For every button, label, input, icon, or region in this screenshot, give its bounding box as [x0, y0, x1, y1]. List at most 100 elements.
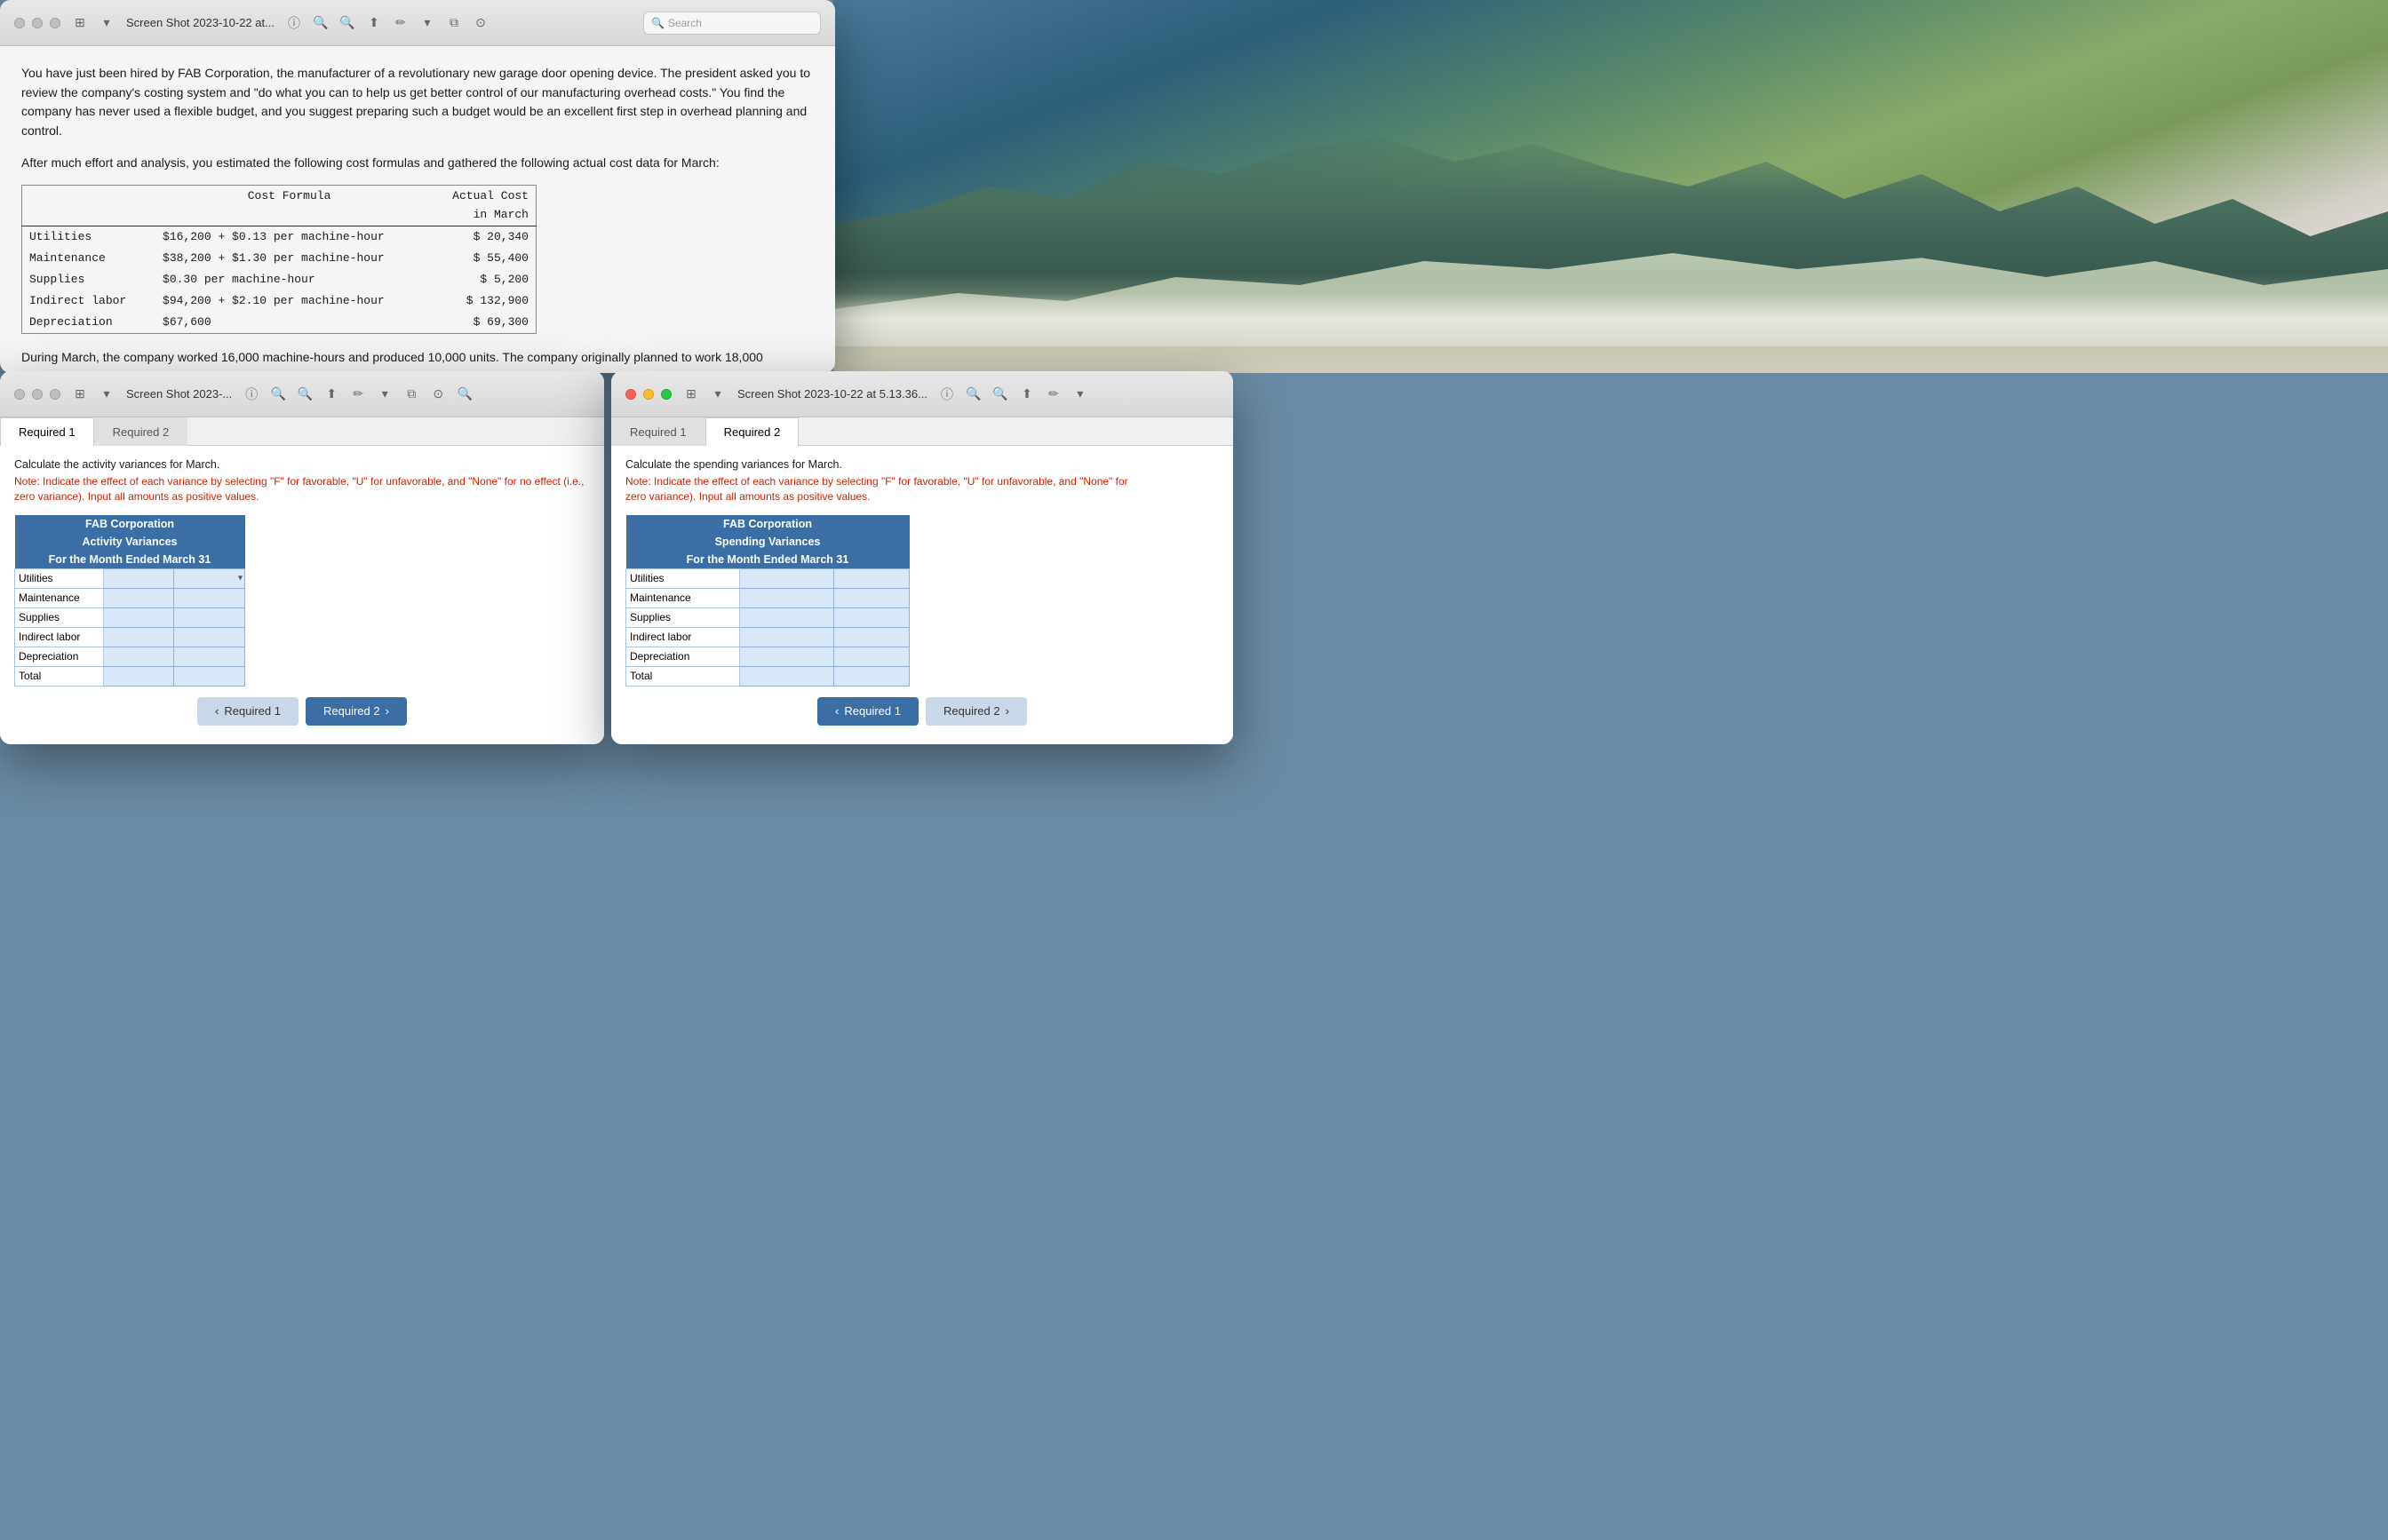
- spending-maintenance-amount[interactable]: [739, 588, 833, 607]
- chevron-down-icon[interactable]: ▾: [98, 14, 115, 32]
- activity-chevron-down-icon[interactable]: ▾: [376, 385, 394, 403]
- spending-prev-button[interactable]: ‹ Required 1: [817, 697, 919, 726]
- spending-supplies-amount[interactable]: [739, 607, 833, 627]
- spending-prev-arrow-icon: ‹: [835, 704, 839, 718]
- activity-maximize[interactable]: [50, 389, 60, 400]
- edit-icon[interactable]: ✏: [392, 14, 410, 32]
- spending-maintenance-effect[interactable]: [833, 588, 909, 607]
- spending-depreciation-effect[interactable]: [833, 647, 909, 666]
- spending-zoom-in-icon[interactable]: 🔍: [991, 385, 1009, 403]
- spending-next-arrow-icon: ›: [1006, 704, 1009, 718]
- row-utilities-formula: $16,200 + $0.13 per machine-hour: [155, 226, 423, 248]
- spending-zoom-out-icon[interactable]: 🔍: [965, 385, 983, 403]
- activity-sidebar-icon[interactable]: ⊞: [71, 385, 89, 403]
- titlebar-controls: ⊞ ▾: [71, 14, 115, 32]
- spending-traffic-lights: [625, 389, 672, 400]
- row-maintenance-actual: $ 55,400: [423, 248, 536, 269]
- sidebar-icon[interactable]: ⊞: [71, 14, 89, 32]
- activity-search-icon[interactable]: 🔍: [456, 385, 474, 403]
- activity-zoom-in-icon[interactable]: 🔍: [296, 385, 314, 403]
- main-window: ⊞ ▾ Screen Shot 2023-10-22 at... ⓘ 🔍 🔍 ⬆…: [0, 0, 835, 373]
- chevron-down-icon-2[interactable]: ▾: [418, 14, 436, 32]
- activity-zoom-out-icon[interactable]: 🔍: [269, 385, 287, 403]
- table-row: Depreciation: [15, 647, 245, 666]
- activity-window-icon[interactable]: ⧉: [402, 385, 420, 403]
- intro-paragraph: You have just been hired by FAB Corporat…: [21, 64, 814, 141]
- utilities-amount-input[interactable]: [103, 568, 174, 588]
- zoom-in-icon[interactable]: 🔍: [338, 14, 356, 32]
- table-header: Cost Formula Actual Cost in March: [22, 186, 537, 226]
- table-row: Utilities ▾: [15, 568, 245, 588]
- maximize-button[interactable]: [50, 18, 60, 28]
- close-button[interactable]: [14, 18, 25, 28]
- spending-minimize[interactable]: [643, 389, 654, 400]
- spending-window-title: Screen Shot 2023-10-22 at 5.13.36...: [737, 387, 927, 401]
- activity-chevron-icon[interactable]: ▾: [98, 385, 115, 403]
- maintenance-effect-input[interactable]: [174, 588, 245, 607]
- spending-indirect-effect[interactable]: [833, 627, 909, 647]
- depreciation-amount-input[interactable]: [103, 647, 174, 666]
- depreciation-effect-input[interactable]: [174, 647, 245, 666]
- table-row: Indirect labor: [15, 627, 245, 647]
- spending-tab-required2[interactable]: Required 2: [705, 417, 800, 446]
- spending-share-icon[interactable]: ⬆: [1018, 385, 1036, 403]
- spending-total-effect[interactable]: [833, 666, 909, 686]
- table-company-row: FAB Corporation: [626, 515, 910, 533]
- minimize-button[interactable]: [32, 18, 43, 28]
- row-supplies: Supplies: [15, 607, 104, 627]
- prev-button-label: Required 1: [224, 704, 281, 718]
- table-row: Indirect labor: [626, 627, 910, 647]
- share-icon[interactable]: ⬆: [365, 14, 383, 32]
- spending-total-amount[interactable]: [739, 666, 833, 686]
- total-amount-input[interactable]: [103, 666, 174, 686]
- total-effect-input[interactable]: [174, 666, 245, 686]
- tab-required1[interactable]: Required 1: [0, 417, 94, 446]
- table-title-row: Activity Variances: [15, 533, 245, 551]
- airplay-icon[interactable]: ⊙: [472, 14, 490, 32]
- activity-airplay-icon[interactable]: ⊙: [429, 385, 447, 403]
- spending-note-text2: zero variance). Input all amounts as pos…: [625, 490, 870, 503]
- spending-maximize[interactable]: [661, 389, 672, 400]
- info-icon[interactable]: ⓘ: [285, 14, 303, 32]
- spending-utilities-amount[interactable]: [739, 568, 833, 588]
- next-button[interactable]: Required 2 ›: [306, 697, 407, 726]
- window-icon[interactable]: ⧉: [445, 14, 463, 32]
- row-supplies-label: Supplies: [22, 269, 156, 290]
- indirect-amount-input[interactable]: [103, 627, 174, 647]
- supplies-amount-input[interactable]: [103, 607, 174, 627]
- activity-edit-icon[interactable]: ✏: [349, 385, 367, 403]
- spending-close[interactable]: [625, 389, 636, 400]
- spending-next-button[interactable]: Required 2 ›: [926, 697, 1027, 726]
- next-arrow-icon: ›: [386, 704, 389, 718]
- spending-sidebar-icon[interactable]: ⊞: [682, 385, 700, 403]
- spending-chevron-down-icon[interactable]: ▾: [1071, 385, 1089, 403]
- activity-share-icon[interactable]: ⬆: [322, 385, 340, 403]
- maintenance-amount-input[interactable]: [103, 588, 174, 607]
- col-formula: Cost Formula: [155, 186, 423, 226]
- spending-chevron-icon[interactable]: ▾: [709, 385, 727, 403]
- spending-instruction: Calculate the spending variances for Mar…: [625, 458, 1219, 471]
- search-bar[interactable]: 🔍 Search: [643, 12, 821, 35]
- zoom-out-icon[interactable]: 🔍: [312, 14, 330, 32]
- indirect-effect-input[interactable]: [174, 627, 245, 647]
- table-row: Total: [15, 666, 245, 686]
- tab-required2[interactable]: Required 2: [94, 417, 188, 446]
- spending-depreciation-amount[interactable]: [739, 647, 833, 666]
- mountain-background: [833, 0, 2388, 373]
- spending-utilities-effect[interactable]: [833, 568, 909, 588]
- spending-supplies-effect[interactable]: [833, 607, 909, 627]
- supplies-effect-input[interactable]: [174, 607, 245, 627]
- activity-window: ⊞ ▾ Screen Shot 2023-... ⓘ 🔍 🔍 ⬆ ✏ ▾ ⧉ ⊙…: [0, 371, 604, 744]
- prev-button[interactable]: ‹ Required 1: [197, 697, 298, 726]
- activity-info-icon[interactable]: ⓘ: [243, 385, 260, 403]
- spending-info-icon[interactable]: ⓘ: [938, 385, 956, 403]
- activity-minimize[interactable]: [32, 389, 43, 400]
- spending-tab-required1[interactable]: Required 1: [611, 417, 705, 446]
- spending-edit-icon[interactable]: ✏: [1045, 385, 1063, 403]
- utilities-effect-dropdown[interactable]: ▾: [174, 568, 245, 588]
- spending-indirect-amount[interactable]: [739, 627, 833, 647]
- activity-nav-buttons: ‹ Required 1 Required 2 ›: [14, 687, 590, 733]
- table-row: Supplies: [15, 607, 245, 627]
- cloud-layer: [833, 293, 2388, 346]
- activity-close[interactable]: [14, 389, 25, 400]
